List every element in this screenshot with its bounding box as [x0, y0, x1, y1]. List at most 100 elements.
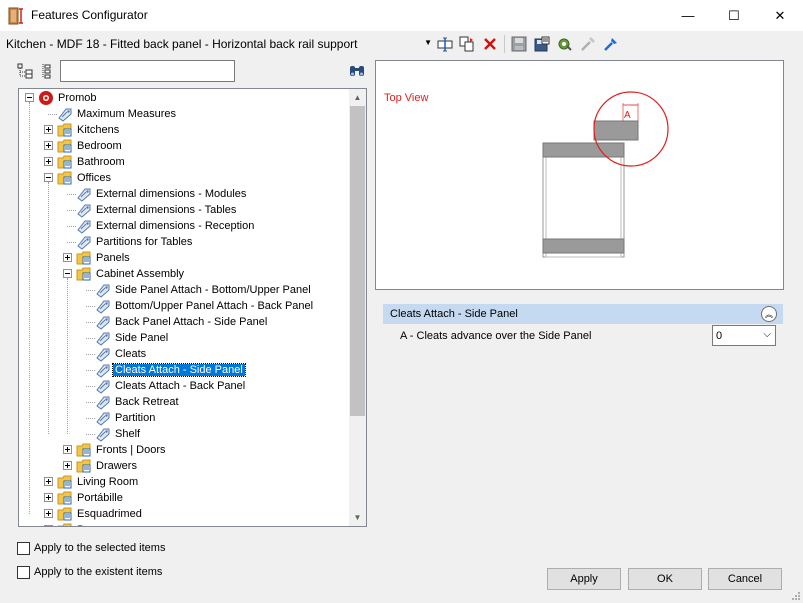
expand-icon[interactable] — [44, 509, 53, 518]
scroll-thumb[interactable] — [350, 106, 365, 416]
settings-icon[interactable] — [556, 35, 574, 53]
save-icon[interactable] — [510, 35, 528, 53]
tree-item[interactable]: External dimensions - Modules — [19, 186, 349, 202]
binoculars-icon[interactable] — [348, 63, 366, 79]
tree-connector — [48, 182, 49, 434]
folder-icon — [57, 474, 73, 490]
maximize-button[interactable]: ☐ — [711, 0, 757, 31]
expand-icon[interactable] — [44, 477, 53, 486]
folder-icon — [57, 154, 73, 170]
collapse-icon[interactable]: ︽ — [761, 306, 777, 322]
property-category-header[interactable]: Cleats Attach - Side Panel ︽ — [383, 304, 783, 324]
expand-icon[interactable] — [63, 253, 72, 262]
tree-item[interactable]: Partition — [19, 410, 349, 426]
tree-item[interactable]: Drawers — [19, 458, 349, 474]
collapse-icon[interactable] — [63, 269, 72, 278]
tree-item[interactable]: Offices — [19, 170, 349, 186]
tree-item-label: Esquadrimed — [77, 508, 142, 520]
disabled-tool-icon[interactable] — [579, 35, 597, 53]
tree-item[interactable]: Bathroom — [19, 154, 349, 170]
apply-button[interactable]: Apply — [547, 568, 621, 590]
tree-item[interactable]: Esquadrimed — [19, 506, 349, 522]
apply-existent-checkbox[interactable] — [17, 566, 30, 579]
tree-item[interactable]: Portábille — [19, 490, 349, 506]
tree-item[interactable]: Side Panel — [19, 330, 349, 346]
collapse-all-icon[interactable] — [40, 63, 52, 79]
tree-item[interactable]: Bottom/Upper Panel Attach - Back Panel — [19, 298, 349, 314]
tree-item[interactable]: Cleats Attach - Back Panel — [19, 378, 349, 394]
tree-item-label: Bottom/Upper Panel Attach - Back Panel — [115, 300, 314, 312]
tree-item[interactable]: P... — [19, 522, 349, 526]
tree-item[interactable]: Back Retreat — [19, 394, 349, 410]
tree-item-label: Living Room — [77, 476, 139, 488]
chevron-down-icon: ▼ — [424, 38, 432, 47]
collapse-icon[interactable] — [44, 173, 53, 182]
tree-item[interactable]: Fronts | Doors — [19, 442, 349, 458]
expand-icon[interactable] — [44, 157, 53, 166]
tree-item[interactable]: Panels — [19, 250, 349, 266]
dimension-marker: A — [624, 110, 631, 121]
tree-connector — [86, 290, 95, 291]
tree-item-label: Fronts | Doors — [96, 444, 166, 456]
save-as-icon[interactable] — [533, 35, 551, 53]
close-button[interactable]: ✕ — [757, 0, 803, 31]
tree-item[interactable]: Bedroom — [19, 138, 349, 154]
folder-icon — [57, 522, 73, 526]
preview-panel: Top View A — [375, 60, 784, 290]
tree-item[interactable]: Living Room — [19, 474, 349, 490]
expand-icon[interactable] — [44, 493, 53, 502]
minimize-button[interactable]: — — [665, 0, 711, 31]
apply-selected-label: Apply to the selected items — [34, 542, 166, 554]
expand-all-icon[interactable] — [16, 63, 34, 79]
link-icon[interactable] — [602, 35, 620, 53]
tree-scrollbar[interactable]: ▲ ▼ — [349, 89, 366, 526]
tree-item[interactable]: Partitions for Tables — [19, 234, 349, 250]
tree-item-label: Side Panel Attach - Bottom/Upper Panel — [115, 284, 311, 296]
tree-item[interactable]: Cabinet Assembly — [19, 266, 349, 282]
configuration-select[interactable]: Kitchen - MDF 18 - Fitted back panel - H… — [4, 34, 434, 54]
apply-selected-checkbox[interactable] — [17, 542, 30, 555]
tree-item-label: Bedroom — [77, 140, 122, 152]
features-tree[interactable]: Promob Maximum Measures Kitchens Bedroom Bat… — [18, 88, 367, 527]
tree-item[interactable]: Cleats — [19, 346, 349, 362]
tree-item-label: Promob — [58, 92, 97, 104]
tree-item[interactable]: External dimensions - Tables — [19, 202, 349, 218]
scroll-up-icon[interactable]: ▲ — [349, 89, 366, 106]
tree-search-input[interactable] — [60, 60, 235, 82]
cancel-button[interactable]: Cancel — [708, 568, 782, 590]
tree-item[interactable]: Maximum Measures — [19, 106, 349, 122]
tree-item-label: Partitions for Tables — [96, 236, 193, 248]
tree-item[interactable]: Kitchens — [19, 122, 349, 138]
tree-connector — [67, 210, 76, 211]
tree-item-label: Back Retreat — [115, 396, 179, 408]
copy-icon[interactable] — [458, 35, 476, 53]
property-name: A - Cleats advance over the Side Panel — [400, 330, 592, 342]
tree-item-label: Panels — [96, 252, 130, 264]
tree-item[interactable]: Cleats Attach - Side Panel — [19, 362, 349, 378]
tag-icon — [76, 234, 92, 250]
expand-icon[interactable] — [63, 461, 72, 470]
tag-icon — [95, 378, 111, 394]
resize-grip-icon[interactable] — [790, 590, 801, 601]
property-value-select[interactable]: 0 ⌵ — [712, 325, 776, 346]
scroll-down-icon[interactable]: ▼ — [349, 509, 366, 526]
rename-icon[interactable] — [436, 35, 454, 53]
tree-item-label: Drawers — [96, 460, 137, 472]
collapse-icon[interactable] — [25, 93, 34, 102]
expand-icon[interactable] — [44, 525, 53, 526]
ok-button[interactable]: OK — [628, 568, 702, 590]
tree-item[interactable]: Shelf — [19, 426, 349, 442]
expand-icon[interactable] — [44, 125, 53, 134]
expand-icon[interactable] — [44, 141, 53, 150]
tag-icon — [95, 394, 111, 410]
delete-icon[interactable] — [481, 35, 499, 53]
expand-icon[interactable] — [63, 445, 72, 454]
tree-connector — [67, 194, 76, 195]
tree-item-label: Offices — [77, 172, 112, 184]
tree-item[interactable]: External dimensions - Reception — [19, 218, 349, 234]
tree-item[interactable]: Promob — [19, 90, 349, 106]
tree-item-label: Cleats Attach - Back Panel — [115, 380, 246, 392]
top-view-drawing: A — [542, 91, 669, 258]
tree-item[interactable]: Back Panel Attach - Side Panel — [19, 314, 349, 330]
tree-item[interactable]: Side Panel Attach - Bottom/Upper Panel — [19, 282, 349, 298]
